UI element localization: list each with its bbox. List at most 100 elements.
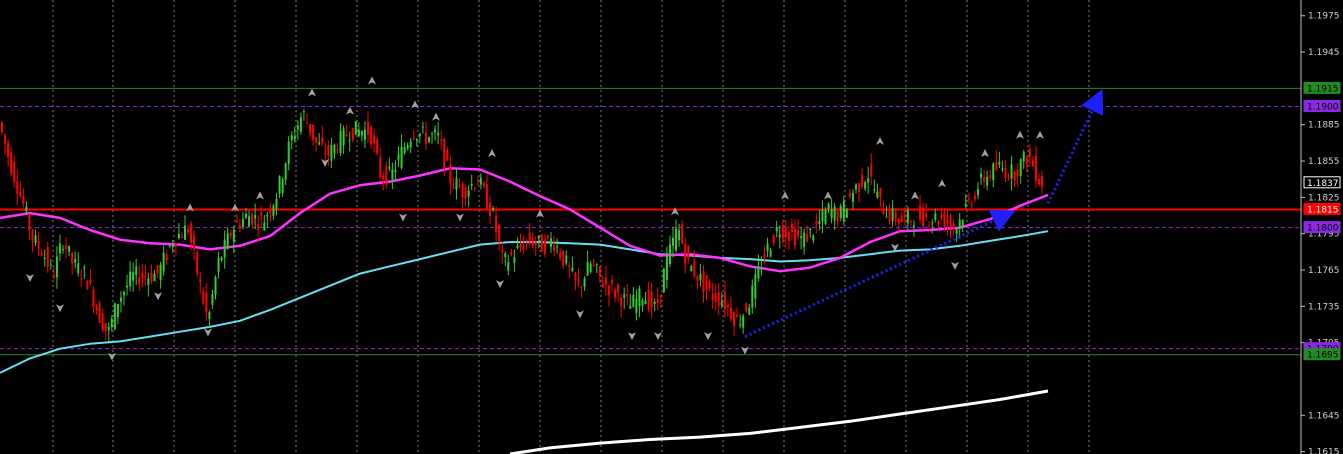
candle-body — [842, 201, 845, 221]
candle-body — [174, 243, 177, 247]
candle-body — [284, 163, 287, 180]
candle-body — [418, 133, 421, 136]
candle-body — [519, 243, 522, 248]
candle-body — [80, 278, 83, 280]
price-axis-label: 1.1855 — [1308, 157, 1340, 167]
candle-body — [232, 229, 235, 242]
candle-body — [537, 235, 540, 239]
candle-body — [58, 243, 61, 254]
price-marker-label: 1.1900 — [1307, 103, 1339, 113]
fractal-down-icon — [496, 280, 504, 289]
candle-body — [147, 278, 150, 285]
price-axis-label: 1.1945 — [1308, 48, 1340, 58]
price-chart[interactable]: 1.19751.19451.18851.18551.18251.17951.17… — [0, 0, 1343, 454]
candle-body — [470, 183, 473, 186]
candle-body — [751, 285, 754, 308]
candle-body — [190, 223, 193, 243]
candle-body — [800, 236, 803, 239]
candle-body — [836, 211, 839, 222]
candle-body — [839, 206, 842, 218]
candle-body — [528, 232, 531, 243]
candle-body — [690, 266, 693, 271]
chart-container[interactable]: 1.1975 1.1945 1.1885 1.1855 1.1825 1.1795 1.17… — [0, 0, 1343, 454]
candle-body — [443, 139, 446, 169]
candle-body — [129, 271, 132, 287]
candle-body — [28, 215, 31, 231]
candle-body — [745, 303, 748, 312]
candle-body — [742, 315, 745, 328]
candle-body — [138, 277, 141, 285]
candle-body — [318, 142, 321, 145]
candle-body — [345, 134, 348, 137]
candle-body — [104, 323, 107, 331]
candle-body — [62, 249, 64, 251]
candle-body — [351, 128, 354, 141]
candle-body — [193, 235, 196, 249]
candle-body — [809, 228, 812, 230]
candle-body — [360, 131, 363, 136]
candle-body — [559, 252, 562, 259]
candle-body — [83, 267, 86, 269]
candle-body — [1007, 176, 1010, 179]
candle-body — [824, 210, 827, 224]
candle-body — [187, 229, 190, 233]
candle-body — [159, 264, 162, 280]
candle-body — [211, 293, 214, 305]
candle-body — [376, 139, 379, 154]
price-marker-label: 1.1837 — [1307, 179, 1339, 189]
candle-body — [135, 266, 138, 276]
candle-body — [339, 131, 342, 153]
candle-body — [992, 163, 995, 181]
moving-averages — [0, 167, 1049, 454]
candle-body — [733, 312, 735, 326]
fractal-up-icon — [256, 191, 264, 200]
candle-body — [363, 129, 366, 140]
candle-body — [571, 267, 574, 272]
candle-body — [855, 184, 857, 190]
candle-body — [949, 215, 952, 227]
candle-body — [635, 298, 638, 313]
price-axis-label: 1.1975 — [1308, 12, 1340, 22]
candle-body — [498, 225, 501, 242]
candle-body — [729, 307, 732, 319]
candle-body — [687, 246, 690, 259]
candle-body — [504, 253, 507, 257]
candle-body — [34, 235, 37, 244]
candle-body — [226, 233, 229, 249]
fractal-up-icon — [671, 207, 679, 216]
fractal-down-icon — [154, 292, 162, 301]
candle-body — [797, 230, 800, 237]
fractal-up-icon — [876, 136, 884, 145]
candle-body — [388, 166, 391, 169]
candle-body — [1034, 156, 1037, 182]
candle-body — [961, 220, 964, 227]
candle-body — [977, 189, 979, 196]
candle-body — [421, 126, 424, 128]
fractal-up-icon — [432, 112, 440, 121]
candle-body — [113, 303, 116, 330]
candle-body — [330, 145, 333, 161]
candle-body — [65, 245, 68, 250]
candle-body — [177, 233, 180, 239]
fractal-down-icon — [628, 332, 636, 341]
price-axis-label: 1.1885 — [1308, 121, 1340, 131]
candle-body — [708, 281, 711, 289]
candle-body — [833, 206, 836, 221]
candle-body — [482, 183, 485, 187]
candle-body — [711, 293, 714, 300]
candle-body — [74, 258, 77, 263]
candle-body — [428, 137, 430, 142]
candle-body — [827, 203, 830, 210]
candle-body — [214, 276, 217, 295]
candle-body — [272, 205, 275, 216]
candle-body — [638, 288, 641, 307]
candle-body — [312, 124, 315, 140]
candle-body — [1010, 164, 1013, 179]
candle-body — [574, 272, 577, 280]
candle-body — [287, 141, 290, 164]
candle-body — [543, 239, 546, 254]
candle-body — [614, 290, 617, 298]
candle-body — [790, 224, 793, 233]
price-marker-label: 1.1695 — [1307, 351, 1339, 361]
candle-body — [668, 244, 671, 264]
